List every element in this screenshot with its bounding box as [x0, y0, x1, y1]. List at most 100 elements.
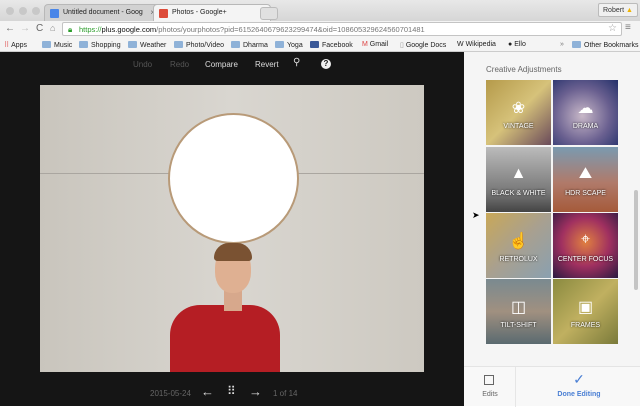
- hand-icon: ☝: [508, 233, 529, 250]
- edits-icon: [484, 375, 494, 385]
- bookmark-gmail[interactable]: M Gmail: [362, 41, 388, 48]
- tile-tilt-shift[interactable]: ◫ TILT-SHIFT: [486, 279, 551, 344]
- photo-date: 2015-05-24: [150, 389, 191, 398]
- compare-button[interactable]: Compare: [205, 60, 238, 69]
- home-icon[interactable]: ⌂: [50, 23, 55, 33]
- tile-label: CENTER FOCUS: [557, 256, 614, 263]
- mouse-cursor-icon: ➤: [472, 210, 480, 220]
- frame-icon: ▣: [577, 299, 594, 316]
- warning-icon: ▲: [625, 7, 633, 14]
- url-scheme: https://: [79, 25, 102, 34]
- back-icon[interactable]: ←: [5, 23, 15, 34]
- help-icon[interactable]: ?: [321, 59, 331, 69]
- scrollbar[interactable]: [634, 190, 638, 290]
- forward-icon[interactable]: →: [20, 23, 30, 34]
- previous-photo-arrow-icon[interactable]: ←: [201, 384, 214, 399]
- lock-icon: 🔒︎: [68, 25, 73, 34]
- bookmark-label: Google Docs: [405, 42, 447, 49]
- tile-center-focus[interactable]: ⌖ CENTER FOCUS: [553, 213, 618, 278]
- bookmark-wikipedia[interactable]: W Wikipedia: [457, 41, 496, 48]
- next-photo-arrow-icon[interactable]: →: [249, 384, 262, 399]
- grid-view-icon[interactable]: ⠿: [227, 384, 236, 398]
- bookmark-label: Music: [54, 42, 73, 49]
- bookmark-music[interactable]: Music: [42, 41, 72, 49]
- undo-button[interactable]: Undo: [133, 60, 152, 69]
- minimize-window-button[interactable]: [19, 7, 27, 15]
- tile-black-white[interactable]: ▲ BLACK & WHITE: [486, 147, 551, 212]
- revert-button[interactable]: Revert: [255, 60, 279, 69]
- tile-label: DRAMA: [572, 123, 599, 130]
- bookmark-label: Apps: [11, 42, 28, 49]
- panel-footer: Edits ✓ Done Editing: [464, 366, 640, 407]
- ello-icon: ●: [508, 41, 513, 48]
- profile-name: Robert: [603, 7, 625, 14]
- tab-photos[interactable]: Photos - Google+×: [153, 4, 271, 21]
- tile-label: FRAMES: [570, 322, 601, 329]
- bookmark-label: Shopping: [91, 42, 121, 49]
- google-plus-icon: [159, 9, 168, 18]
- tab-title: Untitled document - Goog: [63, 9, 143, 16]
- bookmark-ello[interactable]: ● Ello: [508, 41, 526, 48]
- bookmark-photo-video[interactable]: Photo/Video: [174, 41, 224, 49]
- bookmark-facebook[interactable]: Facebook: [310, 41, 353, 49]
- bookmark-label: Yoga: [287, 42, 303, 49]
- close-window-button[interactable]: [6, 7, 14, 15]
- bookmark-label: Gmail: [369, 41, 389, 48]
- redo-button[interactable]: Redo: [170, 60, 189, 69]
- mountains-icon: ⛰: [578, 165, 593, 182]
- bookmark-label: Weather: [140, 42, 167, 49]
- tile-label: HDR SCAPE: [565, 190, 606, 197]
- folder-icon: [42, 41, 51, 48]
- tile-frames[interactable]: ▣ FRAMES: [553, 279, 618, 344]
- bookmark-star-icon[interactable]: ☆: [608, 23, 617, 34]
- tab-untitled-document[interactable]: Untitled document - Goog×: [44, 4, 162, 21]
- folder-icon: [128, 41, 137, 48]
- menu-icon[interactable]: ≡: [625, 22, 631, 33]
- address-bar[interactable]: 🔒︎ https://plus.google.com/photos/yourph…: [62, 22, 622, 36]
- bookmark-label: Dharma: [243, 42, 268, 49]
- profile-button[interactable]: Robert ▲: [598, 3, 638, 17]
- tile-label: RETROLUX: [499, 256, 538, 263]
- tile-label: VINTAGE: [503, 123, 534, 130]
- red-shirt: [170, 305, 280, 372]
- reload-icon[interactable]: C: [36, 23, 43, 34]
- done-editing-button[interactable]: ✓ Done Editing: [524, 367, 634, 407]
- eiffel-icon: ▲: [510, 165, 527, 182]
- tile-hdr-scape[interactable]: ⛰ HDR SCAPE: [553, 147, 618, 212]
- maximize-window-button[interactable]: [32, 7, 40, 15]
- folder-icon: [174, 41, 183, 48]
- bookmarks-overflow-button[interactable]: »: [560, 41, 564, 48]
- bookmark-yoga[interactable]: Yoga: [275, 41, 303, 49]
- folder-icon: [79, 41, 88, 48]
- bookmark-shopping[interactable]: Shopping: [79, 41, 121, 49]
- bookmark-apps[interactable]: ⠿ Apps: [4, 41, 27, 49]
- tilt-shift-icon: ◫: [510, 299, 527, 316]
- folder-icon: [572, 41, 581, 48]
- url-host: plus.google.com: [101, 25, 157, 34]
- bookmark-label: Wikipedia: [465, 41, 496, 48]
- flower-icon: ❀: [511, 100, 526, 117]
- done-editing-label: Done Editing: [557, 391, 601, 398]
- bookmark-dharma[interactable]: Dharma: [231, 41, 268, 49]
- bookmark-label: Photo/Video: [186, 42, 225, 49]
- tab-title: Photos - Google+: [172, 9, 227, 16]
- tile-drama[interactable]: ☁ DRAMA: [553, 80, 618, 145]
- new-tab-button[interactable]: [260, 7, 278, 20]
- wikipedia-icon: W: [457, 41, 464, 48]
- other-bookmarks[interactable]: Other Bookmarks: [572, 41, 638, 49]
- bookmark-label: Ello: [514, 41, 526, 48]
- edits-label: Edits: [482, 391, 498, 398]
- bookmark-google-docs[interactable]: ▯ Google Docs: [400, 41, 446, 49]
- gmail-icon: M: [362, 41, 368, 48]
- cloud-bolt-icon: ☁: [577, 100, 594, 117]
- tile-retrolux[interactable]: ☝ RETROLUX: [486, 213, 551, 278]
- bookmark-weather[interactable]: Weather: [128, 41, 166, 49]
- checkmark-icon: ✓: [573, 371, 585, 387]
- zoom-icon[interactable]: ⚲: [293, 57, 300, 68]
- section-title: Creative Adjustments: [486, 65, 562, 74]
- ceiling-lamp: [168, 113, 299, 244]
- tile-vintage[interactable]: ❀ VINTAGE: [486, 80, 551, 145]
- photo: [40, 85, 424, 372]
- url-path: /photos/yourphotos?pid=61526406796232994…: [156, 25, 425, 34]
- edits-button[interactable]: Edits: [464, 367, 516, 407]
